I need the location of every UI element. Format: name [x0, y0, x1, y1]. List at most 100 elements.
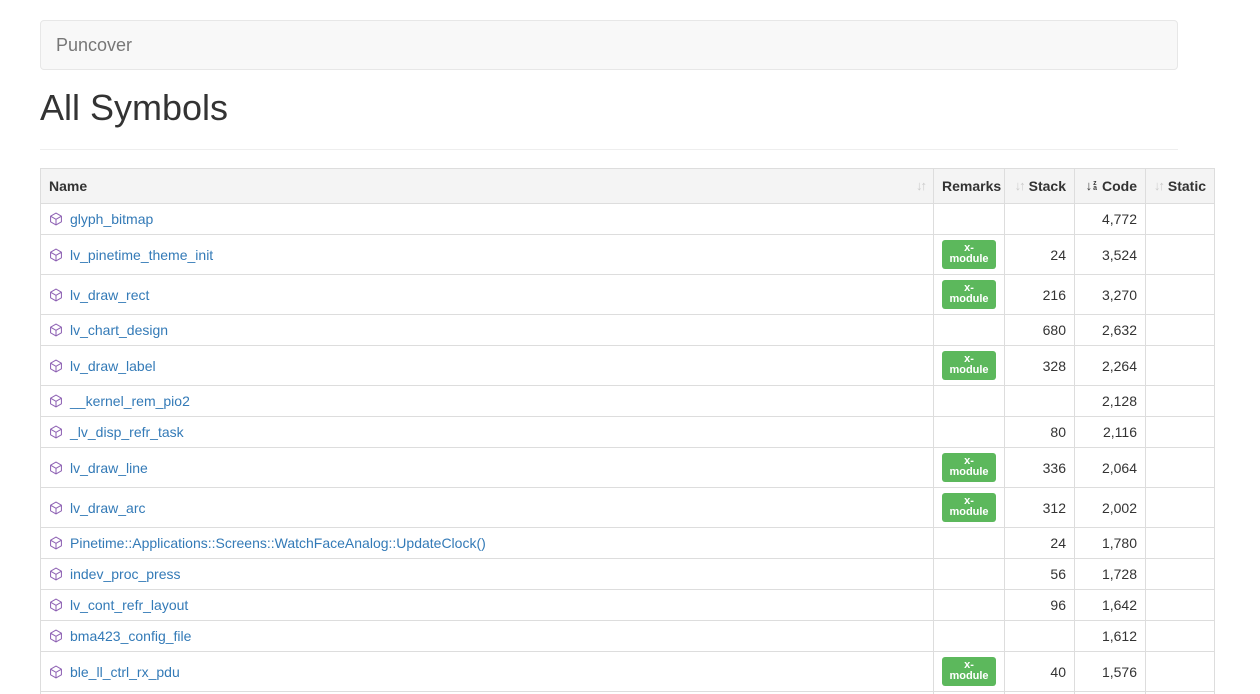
remarks-cell: [934, 528, 1005, 559]
sort-unsorted-icon: ↓↑: [1015, 176, 1024, 196]
column-label-remarks: Remarks: [942, 178, 1001, 194]
code-cell: 3,524: [1075, 235, 1146, 275]
symbols-table-body: glyph_bitmap 4,772 lv_pinetime_theme_ini…: [41, 204, 1215, 694]
column-header-remarks: Remarks: [934, 169, 1005, 204]
stack-cell: [1005, 621, 1075, 652]
name-cell: ble_ll_ctrl_rx_pdu: [41, 652, 934, 692]
column-label-stack: Stack: [1029, 176, 1066, 196]
stack-cell: 24: [1005, 235, 1075, 275]
symbol-link[interactable]: lv_cont_refr_layout: [70, 595, 188, 615]
name-cell: Pinetime::Applications::Screens::WatchFa…: [41, 528, 934, 559]
remarks-cell: [934, 559, 1005, 590]
remarks-cell: x-module: [934, 275, 1005, 315]
symbols-table-header: Name ↓↑ Remarks ↓↑ Stack ↓za Cod: [41, 169, 1215, 204]
table-row: lv_chart_design 680 2,632: [41, 315, 1215, 346]
stack-cell: 56: [1005, 559, 1075, 590]
symbol-link[interactable]: lv_draw_label: [70, 356, 156, 376]
name-cell: lv_draw_label: [41, 346, 934, 386]
stack-cell: 312: [1005, 488, 1075, 528]
remarks-cell: [934, 204, 1005, 235]
x-module-badge: x-module: [942, 240, 996, 269]
cube-icon: [49, 359, 63, 373]
static-cell: [1146, 315, 1215, 346]
code-cell: 3,270: [1075, 275, 1146, 315]
column-label-code: Code: [1102, 176, 1137, 196]
static-cell: [1146, 488, 1215, 528]
symbol-link[interactable]: __kernel_rem_pio2: [70, 391, 190, 411]
remarks-cell: [934, 386, 1005, 417]
name-cell: lv_draw_rect: [41, 275, 934, 315]
static-cell: [1146, 621, 1215, 652]
stack-cell: 336: [1005, 448, 1075, 488]
table-row: lv_cont_refr_layout 96 1,642: [41, 590, 1215, 621]
code-cell: 1,576: [1075, 652, 1146, 692]
code-cell: 1,780: [1075, 528, 1146, 559]
x-module-badge: x-module: [942, 657, 996, 686]
remarks-cell: [934, 590, 1005, 621]
code-cell: 2,002: [1075, 488, 1146, 528]
table-row: lv_draw_line x-module 336 2,064: [41, 448, 1215, 488]
static-cell: [1146, 275, 1215, 315]
remarks-cell: x-module: [934, 488, 1005, 528]
cube-icon: [49, 425, 63, 439]
symbol-link[interactable]: indev_proc_press: [70, 564, 181, 584]
cube-icon: [49, 212, 63, 226]
symbol-link[interactable]: ble_ll_ctrl_rx_pdu: [70, 662, 180, 682]
static-cell: [1146, 346, 1215, 386]
cube-icon: [49, 394, 63, 408]
symbol-link[interactable]: Pinetime::Applications::Screens::WatchFa…: [70, 533, 486, 553]
x-module-badge: x-module: [942, 453, 996, 482]
stack-cell: 24: [1005, 528, 1075, 559]
remarks-cell: [934, 621, 1005, 652]
column-header-stack[interactable]: ↓↑ Stack: [1005, 169, 1075, 204]
name-cell: _lv_disp_refr_task: [41, 417, 934, 448]
code-cell: 1,612: [1075, 621, 1146, 652]
stack-cell: 680: [1005, 315, 1075, 346]
symbol-link[interactable]: lv_chart_design: [70, 320, 168, 340]
static-cell: [1146, 590, 1215, 621]
cube-icon: [49, 536, 63, 550]
column-label-static: Static: [1168, 176, 1206, 196]
symbol-link[interactable]: glyph_bitmap: [70, 209, 153, 229]
cube-icon: [49, 598, 63, 612]
symbol-link[interactable]: lv_draw_arc: [70, 498, 145, 518]
stack-cell: 328: [1005, 346, 1075, 386]
table-row: _lv_disp_refr_task 80 2,116: [41, 417, 1215, 448]
cube-icon: [49, 629, 63, 643]
heading-divider: [40, 149, 1178, 150]
name-cell: glyph_bitmap: [41, 204, 934, 235]
symbol-link[interactable]: bma423_config_file: [70, 626, 191, 646]
table-row: __kernel_rem_pio2 2,128: [41, 386, 1215, 417]
name-cell: lv_pinetime_theme_init: [41, 235, 934, 275]
symbol-link[interactable]: lv_draw_line: [70, 458, 148, 478]
navbar-brand-link[interactable]: Puncover: [56, 20, 132, 70]
symbols-table: Name ↓↑ Remarks ↓↑ Stack ↓za Cod: [40, 168, 1215, 694]
code-cell: 2,116: [1075, 417, 1146, 448]
sort-desc-icon: ↓za: [1086, 176, 1097, 196]
table-row: lv_draw_arc x-module 312 2,002: [41, 488, 1215, 528]
name-cell: __kernel_rem_pio2: [41, 386, 934, 417]
symbol-link[interactable]: lv_draw_rect: [70, 285, 149, 305]
x-module-badge: x-module: [942, 280, 996, 309]
stack-cell: 96: [1005, 590, 1075, 621]
code-cell: 2,632: [1075, 315, 1146, 346]
cube-icon: [49, 288, 63, 302]
code-cell: 1,642: [1075, 590, 1146, 621]
column-header-name[interactable]: Name ↓↑: [41, 169, 934, 204]
table-row: glyph_bitmap 4,772: [41, 204, 1215, 235]
column-header-static[interactable]: ↓↑ Static: [1146, 169, 1215, 204]
static-cell: [1146, 386, 1215, 417]
symbol-link[interactable]: lv_pinetime_theme_init: [70, 245, 213, 265]
name-cell: lv_draw_line: [41, 448, 934, 488]
code-cell: 1,728: [1075, 559, 1146, 590]
cube-icon: [49, 248, 63, 262]
static-cell: [1146, 559, 1215, 590]
remarks-cell: x-module: [934, 235, 1005, 275]
stack-cell: [1005, 204, 1075, 235]
stack-cell: 216: [1005, 275, 1075, 315]
cube-icon: [49, 501, 63, 515]
symbol-link[interactable]: _lv_disp_refr_task: [70, 422, 184, 442]
static-cell: [1146, 528, 1215, 559]
cube-icon: [49, 461, 63, 475]
column-header-code[interactable]: ↓za Code: [1075, 169, 1146, 204]
